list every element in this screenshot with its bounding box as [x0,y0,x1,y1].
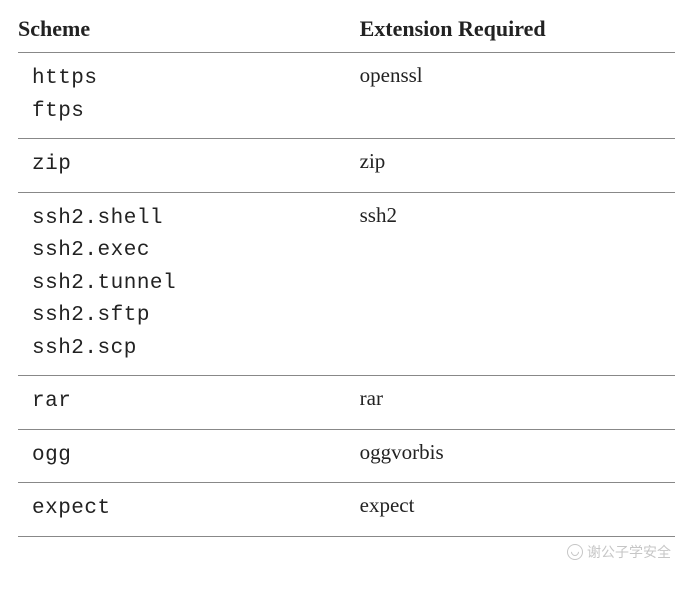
table-row: oggoggvorbis [18,429,675,483]
scheme-value: ogg [32,440,352,473]
scheme-cell: ogg [18,429,360,483]
scheme-value: ssh2.shell [32,203,352,236]
table-row: ssh2.shellssh2.execssh2.tunnelssh2.sftps… [18,192,675,376]
scheme-cell: zip [18,139,360,193]
scheme-cell: httpsftps [18,53,360,139]
header-scheme: Scheme [18,10,360,53]
scheme-value: ssh2.scp [32,333,352,366]
extension-cell: zip [360,139,675,193]
scheme-value: expect [32,493,352,526]
watermark-text: 谢公子学安全 [587,542,671,562]
table-row: expectexpect [18,483,675,537]
table-body: httpsftpsopensslzipzipssh2.shellssh2.exe… [18,53,675,537]
scheme-value: ftps [32,96,352,129]
table-row: httpsftpsopenssl [18,53,675,139]
scheme-value: https [32,63,352,96]
scheme-cell: rar [18,376,360,430]
scheme-value: zip [32,149,352,182]
table-row: rarrar [18,376,675,430]
extension-cell: openssl [360,53,675,139]
extension-cell: expect [360,483,675,537]
scheme-value: ssh2.exec [32,235,352,268]
watermark: 谢公子学安全 [567,542,671,562]
header-extension: Extension Required [360,10,675,53]
scheme-value: ssh2.tunnel [32,268,352,301]
table-header-row: Scheme Extension Required [18,10,675,53]
scheme-cell: ssh2.shellssh2.execssh2.tunnelssh2.sftps… [18,192,360,376]
scheme-cell: expect [18,483,360,537]
scheme-value: rar [32,386,352,419]
wechat-icon [567,544,583,560]
extension-cell: oggvorbis [360,429,675,483]
table-row: zipzip [18,139,675,193]
extension-cell: rar [360,376,675,430]
extension-cell: ssh2 [360,192,675,376]
scheme-extension-table: Scheme Extension Required httpsftpsopens… [18,10,675,537]
scheme-value: ssh2.sftp [32,300,352,333]
